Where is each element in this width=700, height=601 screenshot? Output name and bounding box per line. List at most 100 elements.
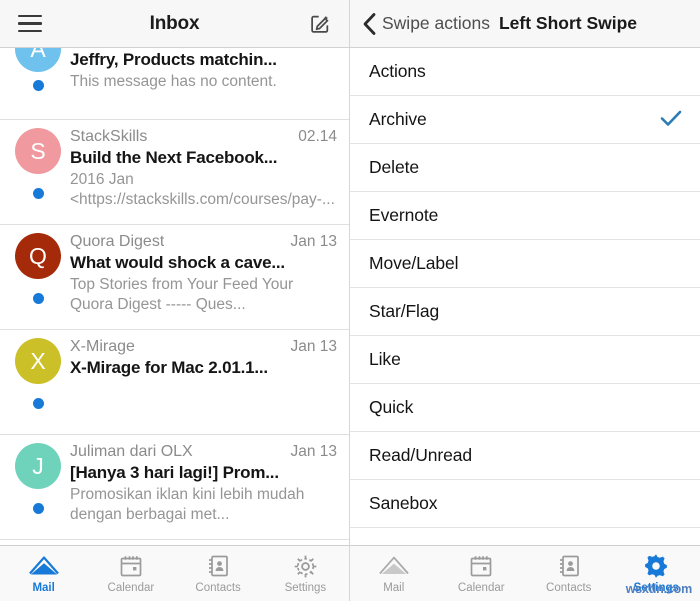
email-body: Jeffry, Products matchin... This message… bbox=[66, 48, 339, 92]
email-subject: X-Mirage for Mac 2.01.1... bbox=[70, 358, 268, 377]
settings-item-label: Like bbox=[369, 349, 401, 369]
tab-contacts[interactable]: Contacts bbox=[175, 546, 262, 601]
avatar: S bbox=[15, 128, 61, 174]
inbox-email-list[interactable]: A Jeffry, Products matchin... This messa… bbox=[0, 48, 349, 545]
contacts-icon bbox=[206, 553, 230, 579]
avatar: Q bbox=[15, 233, 61, 279]
settings-item-sanebox[interactable]: Sanebox bbox=[350, 480, 700, 528]
right-screen-swipe-actions: Swipe actions Left Short Swipe Actions A… bbox=[350, 0, 700, 601]
email-preview: Top Stories from Your Feed Your Quora Di… bbox=[70, 276, 294, 313]
tab-calendar[interactable]: Calendar bbox=[87, 546, 174, 601]
unread-indicator bbox=[32, 398, 44, 409]
list-item[interactable]: S StackSkills 02.14 Build the Next Faceb… bbox=[0, 120, 349, 225]
avatar-column: S bbox=[10, 128, 66, 216]
email-date: Jan 13 bbox=[290, 233, 337, 250]
tab-mail[interactable]: Mail bbox=[0, 546, 87, 601]
compose-icon[interactable] bbox=[305, 9, 335, 39]
avatar: X bbox=[15, 338, 61, 384]
unread-indicator bbox=[32, 293, 44, 304]
settings-item-evernote[interactable]: Evernote bbox=[350, 192, 700, 240]
settings-item-label: Archive bbox=[369, 109, 427, 129]
settings-item-like[interactable]: Like bbox=[350, 336, 700, 384]
left-navbar: Inbox bbox=[0, 0, 349, 48]
dual-screen-container: Inbox A Jeffry, Products matchin... This bbox=[0, 0, 700, 601]
settings-item-read-unread[interactable]: Read/Unread bbox=[350, 432, 700, 480]
email-subject: Jeffry, Products matchin... bbox=[70, 50, 277, 69]
settings-item-label: Read/Unread bbox=[369, 445, 472, 465]
list-item[interactable]: X X-Mirage Jan 13 X-Mirage for Mac 2.01.… bbox=[0, 330, 349, 435]
avatar-column: X bbox=[10, 338, 66, 426]
email-date: Jan 13 bbox=[290, 338, 337, 355]
email-preview: 2016 Jan <https://stackskills.com/course… bbox=[70, 171, 335, 208]
settings-item-label: Actions bbox=[369, 61, 426, 81]
email-preview: Promosikan iklan kini lebih mudah dengan… bbox=[70, 486, 305, 523]
email-sender: X-Mirage bbox=[70, 338, 135, 355]
right-tabbar: Mail Calendar Contacts Settings wsxdn.co… bbox=[350, 545, 700, 601]
settings-item-star-flag[interactable]: Star/Flag bbox=[350, 288, 700, 336]
email-body: Quora Digest Jan 13 What would shock a c… bbox=[66, 233, 339, 321]
settings-item-partial[interactable] bbox=[350, 528, 700, 540]
settings-item-quick[interactable]: Quick bbox=[350, 384, 700, 432]
list-item[interactable]: J Juliman dari OLX Jan 13 [Hanya 3 hari … bbox=[0, 435, 349, 540]
email-subject: [Hanya 3 hari lagi!] Prom... bbox=[70, 463, 279, 482]
settings-item-label: Sanebox bbox=[369, 493, 438, 513]
settings-item-label: Move/Label bbox=[369, 253, 459, 273]
contacts-icon bbox=[557, 553, 581, 579]
tab-label: Settings bbox=[284, 582, 327, 594]
email-header-row: Juliman dari OLX Jan 13 bbox=[70, 443, 337, 461]
calendar-icon bbox=[119, 553, 143, 579]
email-subject: Build the Next Facebook... bbox=[70, 148, 278, 167]
email-body: StackSkills 02.14 Build the Next Faceboo… bbox=[66, 128, 339, 216]
mail-icon bbox=[379, 553, 409, 579]
back-label[interactable]: Swipe actions bbox=[382, 13, 490, 34]
left-tabbar: Mail Calendar Contacts Settings bbox=[0, 545, 349, 601]
gear-icon bbox=[293, 553, 318, 579]
settings-item-delete[interactable]: Delete bbox=[350, 144, 700, 192]
tab-label: Mail bbox=[32, 582, 55, 594]
tab-calendar[interactable]: Calendar bbox=[438, 546, 526, 601]
avatar-column: J bbox=[10, 443, 66, 531]
hamburger-icon[interactable] bbox=[8, 14, 52, 33]
tab-label: Calendar bbox=[457, 582, 505, 594]
tab-contacts[interactable]: Contacts bbox=[525, 546, 613, 601]
settings-item-label: Delete bbox=[369, 157, 419, 177]
settings-item-archive[interactable]: Archive bbox=[350, 96, 700, 144]
email-header-row: StackSkills 02.14 bbox=[70, 128, 337, 146]
email-sender: Quora Digest bbox=[70, 233, 165, 250]
calendar-icon bbox=[469, 553, 493, 579]
tab-label: Calendar bbox=[107, 582, 155, 594]
swipe-actions-list[interactable]: Actions Archive Delete Evernote Move/Lab… bbox=[350, 48, 700, 545]
tab-label: Contacts bbox=[195, 582, 241, 594]
list-item[interactable]: A Jeffry, Products matchin... This messa… bbox=[0, 48, 349, 120]
tab-label: Settings bbox=[633, 582, 679, 594]
unread-indicator bbox=[32, 80, 44, 91]
avatar: J bbox=[15, 443, 61, 489]
settings-item-actions[interactable]: Actions bbox=[350, 48, 700, 96]
chevron-left-icon[interactable] bbox=[358, 11, 380, 37]
list-item[interactable]: Q Quora Digest Jan 13 What would shock a… bbox=[0, 225, 349, 330]
tab-settings[interactable]: Settings bbox=[262, 546, 349, 601]
email-header-row: Quora Digest Jan 13 bbox=[70, 233, 337, 251]
unread-indicator bbox=[32, 503, 44, 514]
settings-item-label: Star/Flag bbox=[369, 301, 440, 321]
email-sender: StackSkills bbox=[70, 128, 148, 145]
email-header-row: X-Mirage Jan 13 bbox=[70, 338, 337, 356]
email-preview: This message has no content. bbox=[70, 73, 277, 90]
mail-icon bbox=[28, 553, 59, 579]
tab-label: Mail bbox=[383, 582, 405, 594]
settings-item-label: Quick bbox=[369, 397, 414, 417]
email-date: 02.14 bbox=[298, 128, 337, 145]
email-subject: What would shock a cave... bbox=[70, 253, 285, 272]
left-screen-inbox: Inbox A Jeffry, Products matchin... This bbox=[0, 0, 350, 601]
checkmark-icon bbox=[660, 109, 682, 131]
settings-item-move-label[interactable]: Move/Label bbox=[350, 240, 700, 288]
email-date: Jan 13 bbox=[290, 443, 337, 460]
unread-indicator bbox=[32, 188, 44, 199]
tab-mail[interactable]: Mail bbox=[350, 546, 438, 601]
avatar-column: A bbox=[10, 48, 66, 91]
tab-settings[interactable]: Settings bbox=[613, 546, 700, 601]
page-title: Left Short Swipe bbox=[498, 13, 638, 33]
tab-label: Contacts bbox=[546, 582, 592, 594]
right-navbar: Swipe actions Left Short Swipe bbox=[350, 0, 700, 48]
email-body: Juliman dari OLX Jan 13 [Hanya 3 hari la… bbox=[66, 443, 339, 531]
